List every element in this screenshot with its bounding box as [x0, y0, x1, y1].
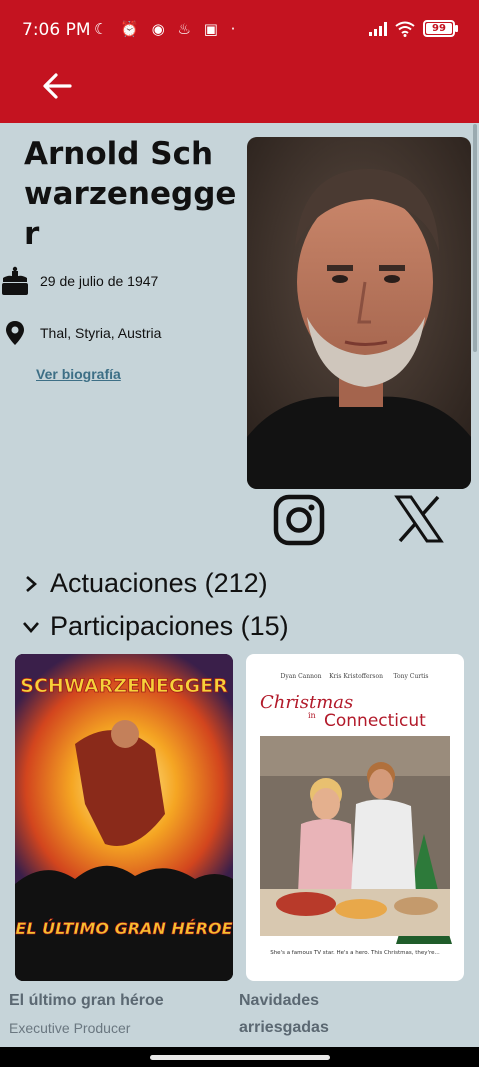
x-button[interactable] [394, 494, 446, 546]
location-pin-icon [0, 318, 30, 348]
movie-1-role: Executive Producer [9, 1020, 131, 1036]
arrow-left-icon [43, 73, 72, 99]
instagram-icon [273, 494, 325, 546]
birth-date-row: 29 de julio de 1947 [0, 266, 158, 296]
system-nav-bar [0, 1047, 479, 1067]
birth-place-row: Thal, Styria, Austria [0, 318, 161, 348]
birth-date: 29 de julio de 1947 [40, 273, 159, 289]
poster-2-credit-2: Kris Kristofferson [329, 673, 383, 680]
chevron-right-icon [26, 575, 37, 592]
view-biography-link[interactable]: Ver biografía [36, 366, 121, 382]
poster-2-credit-3: Tony Curtis [393, 673, 428, 680]
wifi-icon [395, 21, 415, 37]
poster-1-bottom-text: EL ÚLTIMO GRAN HÉROE [15, 919, 232, 938]
actuaciones-section-header[interactable]: Actuaciones (212) [20, 568, 268, 599]
poster-2-title-1: Christmas [260, 692, 353, 713]
x-icon [394, 495, 444, 543]
home-gesture-handle[interactable] [150, 1055, 330, 1060]
movie-poster-2[interactable]: Dyan Cannon Kris Kristofferson Tony Curt… [246, 654, 464, 981]
poster-2-credit-1: Dyan Cannon [281, 673, 322, 680]
birth-place: Thal, Styria, Austria [40, 325, 162, 341]
poster-2-title-3: Connecticut [324, 711, 426, 731]
status-time: 7:06 PM [22, 20, 91, 40]
battery-level: 99 [432, 23, 446, 34]
profile-photo [247, 137, 471, 489]
poster-1-top-text: SCHWARZENEGGER [20, 675, 228, 697]
person-name: Arnold Schwarzenegger [24, 136, 237, 252]
app-bar: 7:06 PM ☾ ⏰ ◉ ♨ ▣ · 99 [0, 0, 479, 123]
battery-icon: 99 [423, 20, 458, 37]
participaciones-label: Participaciones (15) [50, 611, 289, 641]
crown-icon [0, 266, 30, 296]
signal-icon [369, 21, 387, 36]
instagram-button[interactable] [273, 494, 325, 546]
status-right: 99 [369, 20, 458, 37]
movie-poster-1[interactable]: SCHWARZENEGGER EL ÚLTIMO GRAN HÉROE [15, 654, 233, 981]
notification-icons: ☾ ⏰ ◉ ♨ ▣ · [94, 20, 240, 38]
participaciones-section-header[interactable]: Participaciones (15) [20, 611, 289, 642]
movie-2-title[interactable]: Navidades arriesgadas [239, 987, 359, 1041]
poster-2-title-2: in [308, 711, 316, 720]
chevron-down-icon [23, 621, 39, 633]
actuaciones-label: Actuaciones (212) [50, 568, 268, 598]
scrollbar[interactable] [473, 124, 477, 352]
poster-2-tagline: She's a famous TV star. He's a hero. Thi… [270, 950, 440, 956]
back-button[interactable] [38, 68, 78, 104]
movie-1-title[interactable]: El último gran héroe [9, 987, 229, 1014]
